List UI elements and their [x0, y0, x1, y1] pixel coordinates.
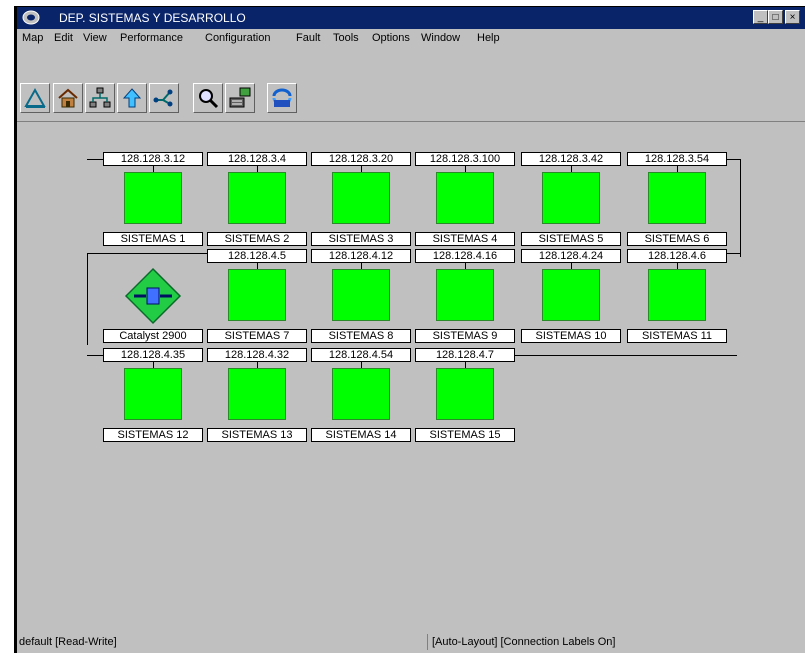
connection-line	[727, 253, 740, 254]
device-node[interactable]	[648, 172, 706, 224]
connection-line	[740, 159, 741, 257]
hierarchy-button[interactable]	[85, 83, 115, 113]
device-node[interactable]	[332, 269, 390, 321]
node-ip-label: 128.128.4.32	[207, 348, 307, 362]
menu-window[interactable]: Window	[421, 32, 460, 44]
device-node[interactable]	[436, 172, 494, 224]
node-name-label: SISTEMAS 1	[103, 232, 203, 246]
up-arrow-icon	[122, 88, 142, 108]
menu-map[interactable]: Map	[22, 32, 43, 44]
device-node[interactable]	[436, 269, 494, 321]
device-node[interactable]	[228, 269, 286, 321]
connection-line	[727, 159, 740, 160]
switch-icon	[124, 267, 182, 325]
close-button[interactable]: ×	[785, 10, 800, 24]
node-ip-label: 128.128.3.100	[415, 152, 515, 166]
switch-node[interactable]	[124, 267, 182, 325]
device-node[interactable]	[124, 172, 182, 224]
node-ip-label: 128.128.4.5	[207, 249, 307, 263]
hierarchy-icon	[89, 87, 111, 108]
ruler-button[interactable]	[20, 83, 50, 113]
node-name-label: SISTEMAS 5	[521, 232, 621, 246]
device-node[interactable]	[436, 368, 494, 420]
node-ip-label: 128.128.4.35	[103, 348, 203, 362]
node-ip-label: 128.128.4.6	[627, 249, 727, 263]
connection-line	[87, 355, 103, 356]
node-name-label: SISTEMAS 14	[311, 428, 411, 442]
node-name-label: SISTEMAS 11	[627, 329, 727, 343]
menu-configuration[interactable]: Configuration	[205, 32, 270, 44]
minimize-button[interactable]: _	[753, 10, 768, 24]
toolbar	[17, 49, 805, 121]
node-name-label: SISTEMAS 4	[415, 232, 515, 246]
device-node[interactable]	[228, 172, 286, 224]
node-ip-label: 128.128.3.42	[521, 152, 621, 166]
node-name-label: SISTEMAS 7	[207, 329, 307, 343]
zoom-button[interactable]	[193, 83, 223, 113]
status-mode: default [Read-Write]	[19, 636, 117, 648]
node-name-label: SISTEMAS 8	[311, 329, 411, 343]
device-node[interactable]	[542, 172, 600, 224]
up-button[interactable]	[117, 83, 147, 113]
title-bar[interactable]: DEP. SISTEMAS Y DESARROLLO _ □ ×	[17, 7, 805, 29]
digital-link-button[interactable]	[267, 83, 297, 113]
device-node[interactable]	[332, 368, 390, 420]
monitor-icon	[229, 87, 251, 108]
node-name-label: SISTEMAS 10	[521, 329, 621, 343]
home-button[interactable]	[53, 83, 83, 113]
device-node[interactable]	[648, 269, 706, 321]
node-name-label: SISTEMAS 13	[207, 428, 307, 442]
monitor-button[interactable]	[225, 83, 255, 113]
device-node[interactable]	[332, 172, 390, 224]
menu-view[interactable]: View	[83, 32, 107, 44]
device-node[interactable]	[228, 368, 286, 420]
node-ip-label: 128.128.4.24	[521, 249, 621, 263]
connection-line	[87, 253, 207, 254]
app-window: DEP. SISTEMAS Y DESARROLLO _ □ × Map Edi…	[14, 6, 805, 653]
menu-bar: Map Edit View Performance Configuration …	[17, 29, 805, 49]
status-layout: [Auto-Layout] [Connection Labels On]	[427, 634, 792, 650]
node-name-label: SISTEMAS 2	[207, 232, 307, 246]
digital-link-icon	[272, 88, 292, 107]
menu-edit[interactable]: Edit	[54, 32, 73, 44]
zoom-icon	[199, 89, 219, 109]
ruler-icon	[24, 87, 46, 108]
node-name-label: SISTEMAS 12	[103, 428, 203, 442]
window-title: DEP. SISTEMAS Y DESARROLLO	[59, 11, 246, 25]
network-map-area[interactable]: 128.128.3.12 SISTEMAS 1 128.128.3.4 SISTEMA…	[17, 121, 805, 630]
menu-help[interactable]: Help	[477, 32, 500, 44]
node-ip-label: 128.128.3.12	[103, 152, 203, 166]
menu-performance[interactable]: Performance	[120, 32, 183, 44]
node-name-label: SISTEMAS 3	[311, 232, 411, 246]
node-ip-label: 128.128.3.54	[627, 152, 727, 166]
app-icon	[22, 10, 40, 25]
home-icon	[58, 88, 78, 108]
node-name-label: SISTEMAS 6	[627, 232, 727, 246]
menu-fault[interactable]: Fault	[296, 32, 320, 44]
node-name-label: SISTEMAS 9	[415, 329, 515, 343]
network-icon	[153, 89, 173, 107]
node-ip-label: 128.128.4.54	[311, 348, 411, 362]
connection-line	[87, 253, 88, 345]
connection-line	[87, 159, 103, 160]
menu-tools[interactable]: Tools	[333, 32, 359, 44]
device-node[interactable]	[124, 368, 182, 420]
node-ip-label: 128.128.4.12	[311, 249, 411, 263]
node-ip-label: 128.128.4.16	[415, 249, 515, 263]
node-ip-label: 128.128.3.4	[207, 152, 307, 166]
status-bar: default [Read-Write] [Auto-Layout] [Conn…	[17, 629, 805, 654]
restore-button[interactable]: □	[768, 10, 783, 24]
menu-options[interactable]: Options	[372, 32, 410, 44]
network-map: 128.128.3.12 SISTEMAS 1 128.128.3.4 SISTEMA…	[17, 122, 805, 630]
network-button[interactable]	[149, 83, 179, 113]
node-ip-label: 128.128.4.7	[415, 348, 515, 362]
switch-label: Catalyst 2900	[103, 329, 203, 343]
node-name-label: SISTEMAS 15	[415, 428, 515, 442]
connection-line	[515, 355, 737, 356]
node-ip-label: 128.128.3.20	[311, 152, 411, 166]
device-node[interactable]	[542, 269, 600, 321]
